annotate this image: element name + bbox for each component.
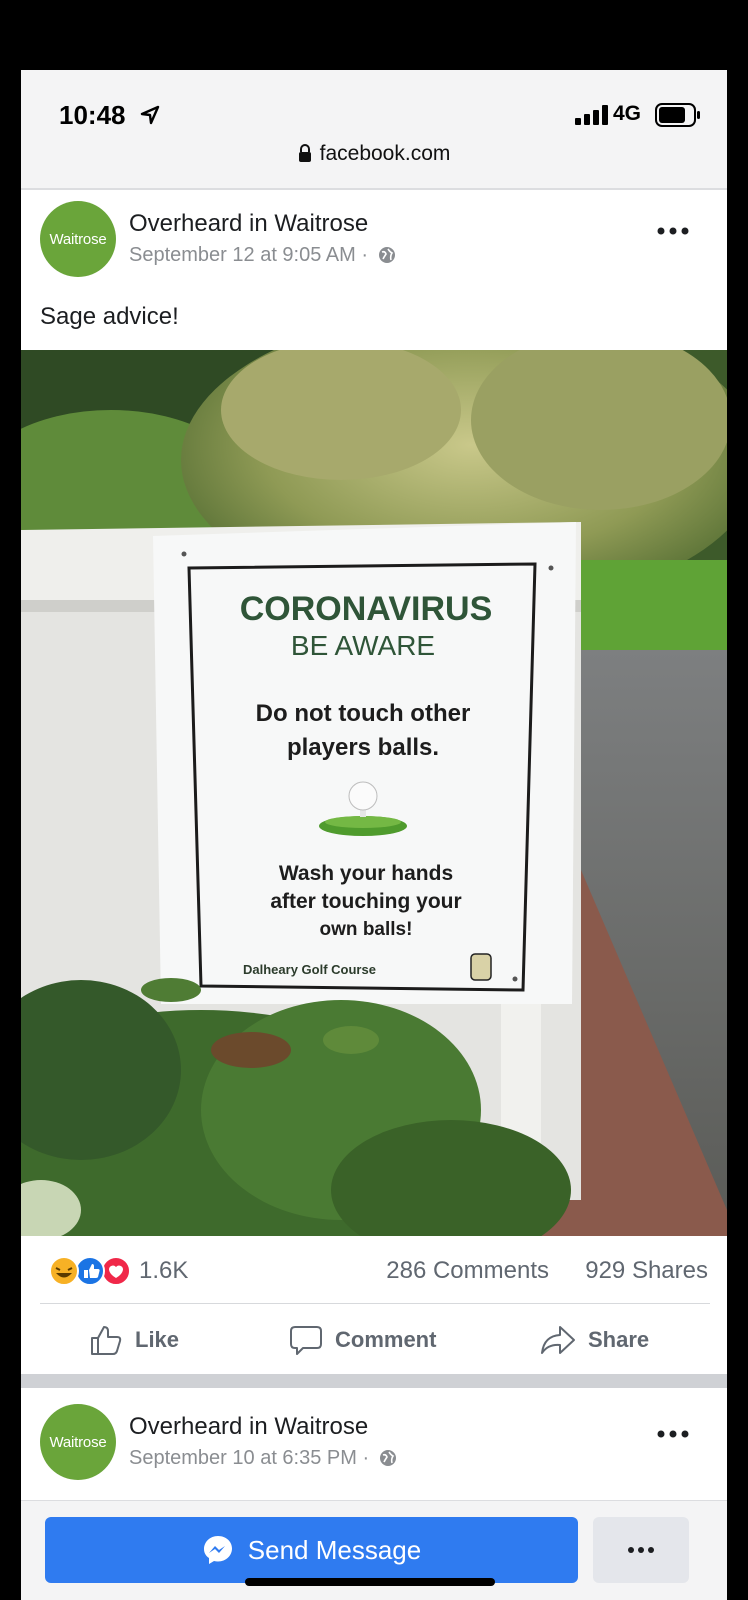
- home-indicator[interactable]: [245, 1578, 495, 1586]
- sign-line-4: after touching your: [270, 890, 461, 913]
- post-timestamp[interactable]: September 12 at 9:05 AM ·: [129, 244, 396, 267]
- reaction-count[interactable]: 1.6K: [139, 1257, 188, 1285]
- timestamp-text: September 10 at 6:35 PM ·: [129, 1447, 370, 1469]
- status-time: 10:48: [59, 100, 126, 130]
- divider: [40, 1303, 710, 1304]
- page-name[interactable]: Overheard in Waitrose: [129, 210, 368, 238]
- thumbs-up-icon: [91, 1326, 122, 1355]
- more-options-icon: [628, 1547, 654, 1553]
- page-avatar[interactable]: Waitrose: [40, 201, 116, 277]
- sign-line-2: players balls.: [287, 734, 439, 761]
- share-label: Share: [588, 1327, 650, 1352]
- next-post-timestamp[interactable]: September 10 at 6:35 PM ·: [129, 1447, 397, 1470]
- more-button[interactable]: [593, 1517, 689, 1583]
- sign-line-5: own balls!: [320, 919, 413, 940]
- post-photo[interactable]: CORONAVIRUS BE AWARE Do not touch other …: [21, 350, 727, 1236]
- battery-icon: [655, 103, 700, 127]
- more-options-icon[interactable]: [655, 1428, 691, 1440]
- shares-count[interactable]: 929 Shares: [585, 1257, 708, 1285]
- divider: [21, 188, 727, 190]
- sign-footer: Dalheary Golf Course: [243, 962, 376, 977]
- comments-count[interactable]: 286 Comments: [386, 1257, 549, 1285]
- comment-bubble-icon: [290, 1326, 322, 1355]
- avatar-label: Waitrose: [49, 230, 107, 248]
- like-button[interactable]: Like: [89, 1320, 179, 1360]
- sign-line-1: Do not touch other: [256, 700, 471, 727]
- send-message-button[interactable]: Send Message: [45, 1517, 578, 1583]
- reactions-icons[interactable]: [40, 1256, 132, 1286]
- next-post-page-name[interactable]: Overheard in Waitrose: [129, 1413, 368, 1441]
- comment-label: Comment: [335, 1327, 437, 1352]
- globe-icon: [378, 247, 395, 263]
- share-button[interactable]: Share: [540, 1320, 649, 1360]
- location-arrow-icon: [140, 105, 160, 125]
- comment-button[interactable]: Comment: [289, 1320, 436, 1360]
- timestamp-text: September 12 at 9:05 AM ·: [129, 244, 369, 266]
- sign-line-3: Wash your hands: [279, 862, 453, 885]
- url-bar[interactable]: facebook.com: [21, 142, 727, 166]
- lock-icon: [298, 144, 311, 162]
- signal-icon: [575, 105, 608, 125]
- status-bar: 10:48 4G facebook.com: [21, 70, 727, 190]
- avatar-label: Waitrose: [49, 1433, 107, 1451]
- more-options-icon[interactable]: [655, 225, 691, 237]
- network-type: 4G: [613, 102, 642, 125]
- sign-title: CORONAVIRUS: [240, 590, 493, 628]
- next-post-avatar[interactable]: Waitrose: [40, 1404, 116, 1480]
- share-arrow-icon: [541, 1326, 575, 1354]
- like-label: Like: [135, 1327, 180, 1352]
- globe-icon: [379, 1450, 396, 1466]
- url-text: facebook.com: [319, 142, 451, 165]
- sign-subtitle: BE AWARE: [291, 630, 435, 661]
- messenger-icon: [203, 1536, 232, 1564]
- post-text: Sage advice!: [40, 303, 179, 330]
- send-message-label: Send Message: [247, 1534, 422, 1565]
- phone-screen: 10:48 4G facebook.com Waitrose Overheard…: [21, 70, 727, 1600]
- post-separator: [21, 1374, 727, 1388]
